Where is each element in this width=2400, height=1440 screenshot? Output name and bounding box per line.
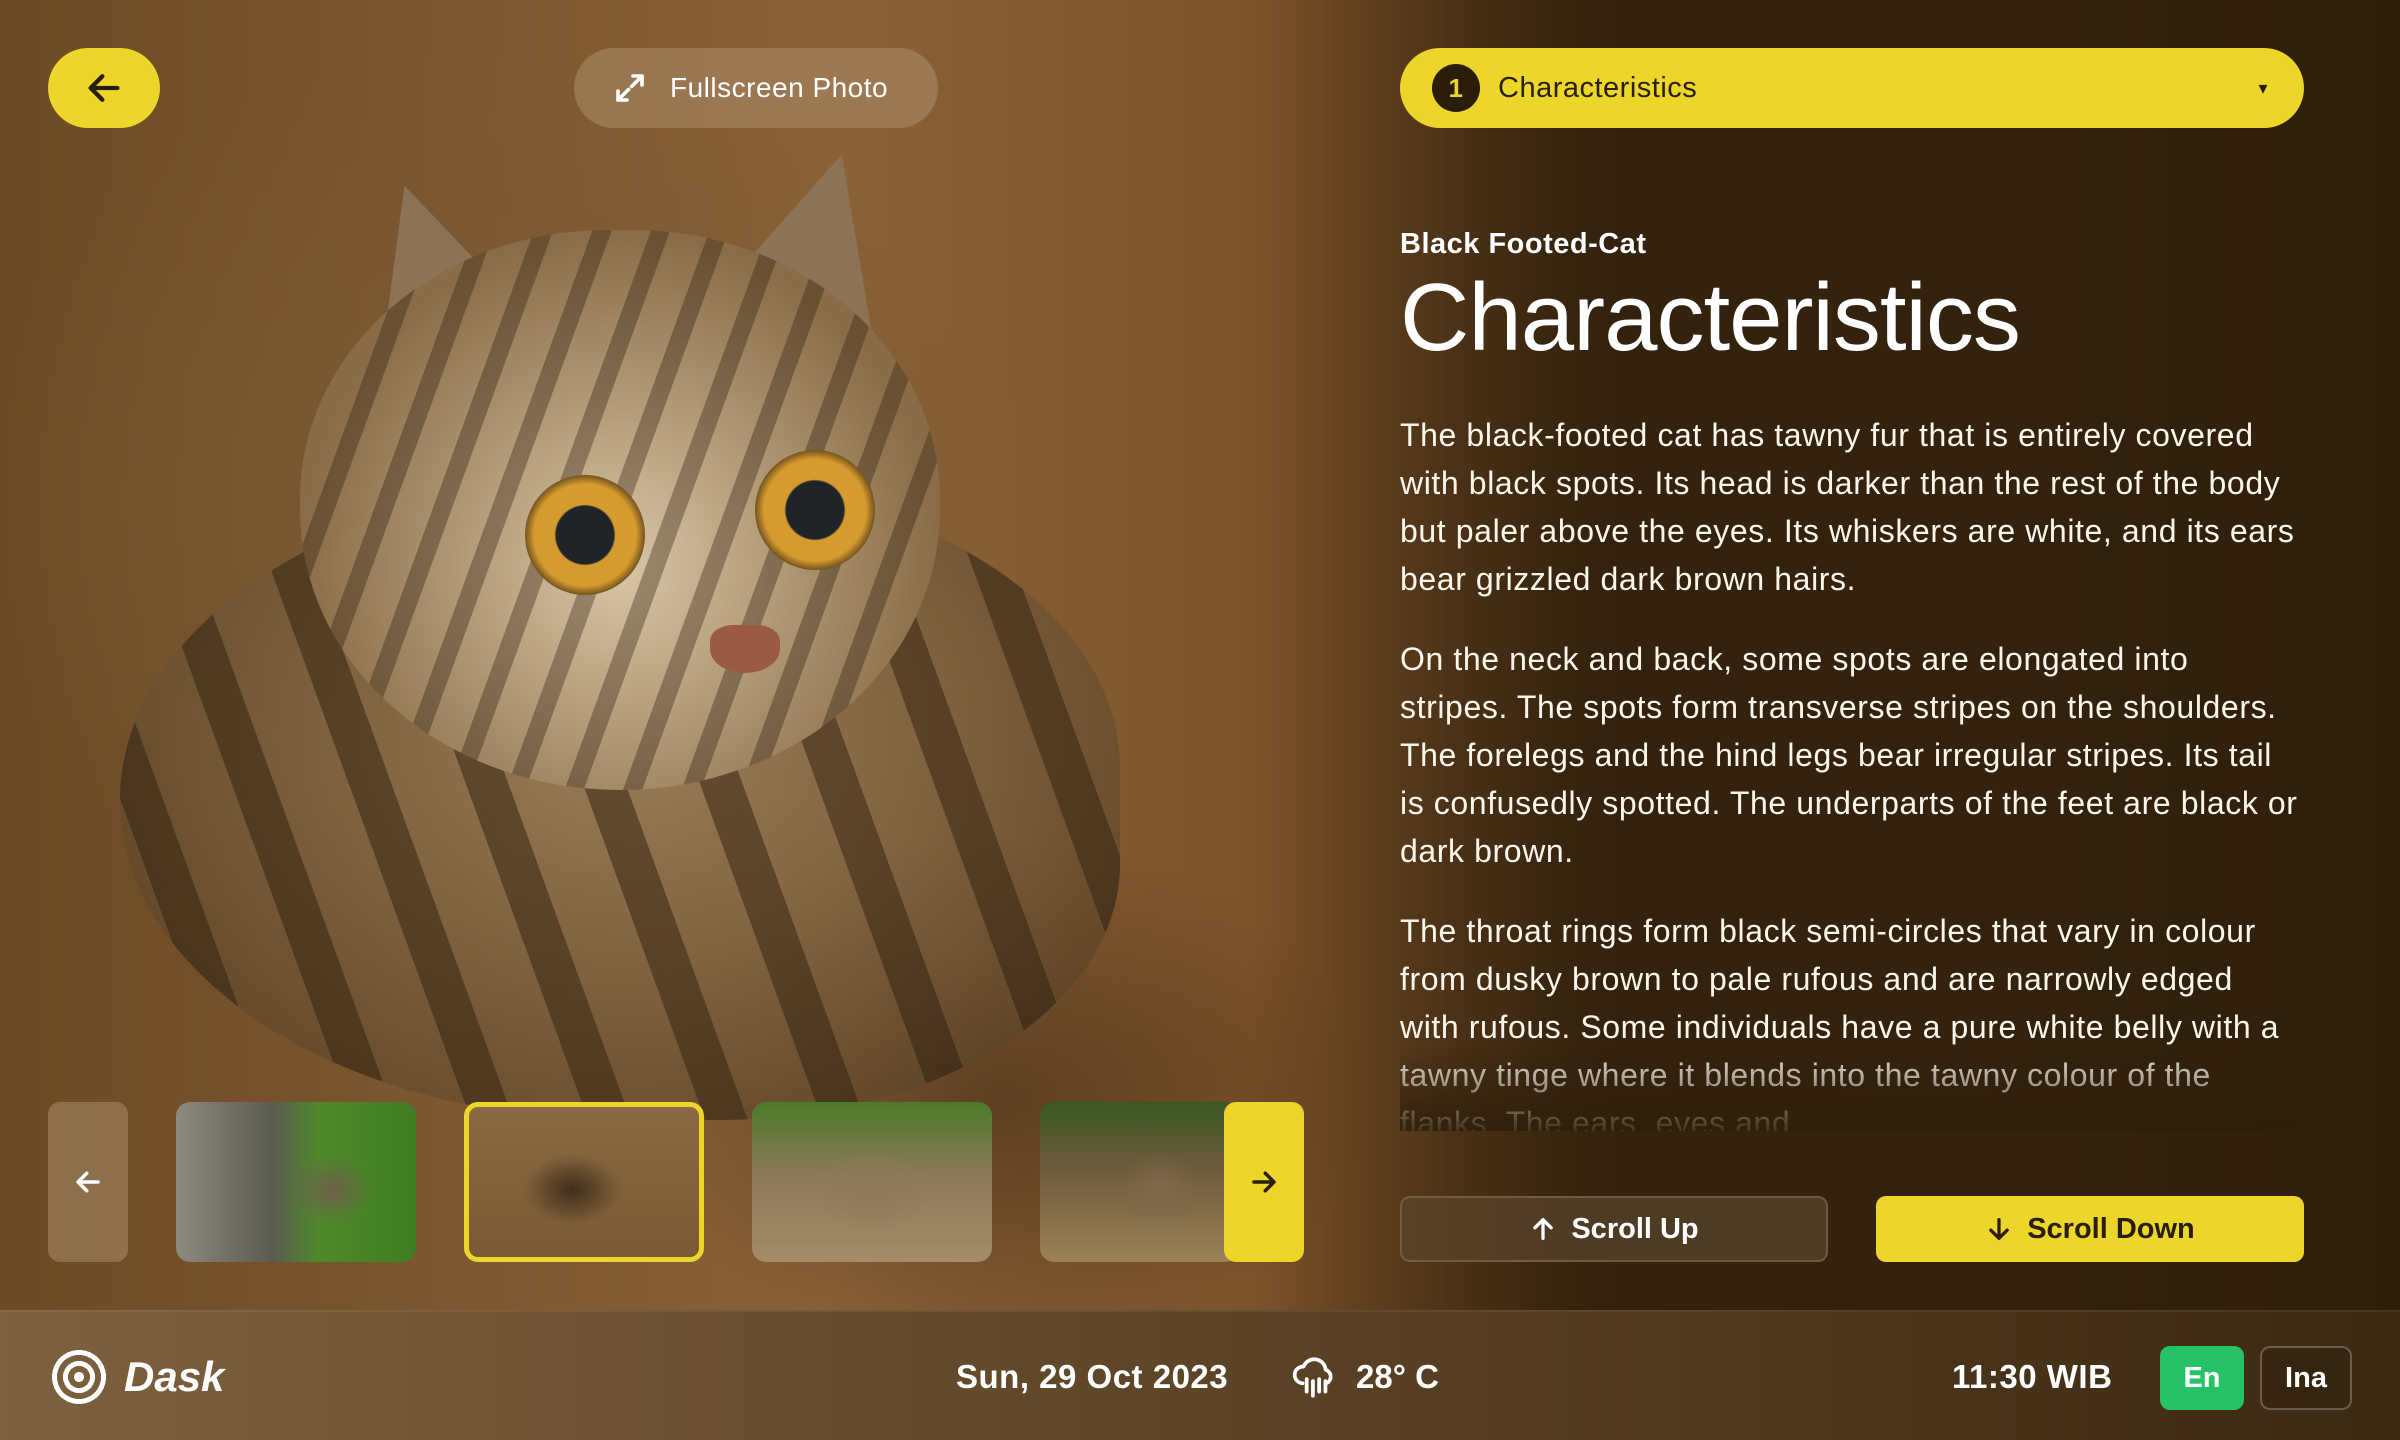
article-panel: Black Footed-Cat Characteristics The bla… <box>1400 228 2300 1131</box>
section-number-badge: 1 <box>1432 64 1480 112</box>
gallery-thumbnail[interactable] <box>1040 1102 1240 1262</box>
rain-cloud-icon <box>1292 1357 1333 1398</box>
chevron-down-icon: ▾ <box>2258 77 2268 98</box>
fullscreen-label: Fullscreen Photo <box>670 72 889 103</box>
brand-name: Dask <box>124 1353 225 1400</box>
current-time: 11:30 WIB <box>1952 1358 2113 1395</box>
cat-nose-shape <box>710 625 780 673</box>
gallery-thumbnail[interactable] <box>752 1102 992 1262</box>
weather: 28° C <box>1290 1352 1439 1402</box>
expand-icon <box>616 74 644 102</box>
gallery-next-button[interactable] <box>1224 1102 1304 1262</box>
arrow-left-icon <box>88 74 120 102</box>
arrow-left-icon <box>76 1171 100 1193</box>
arrow-up-icon <box>1533 1218 1554 1240</box>
section-dropdown[interactable]: 1 Characteristics ▾ <box>1400 48 2304 128</box>
article-paragraph: The black-footed cat has tawny fur that … <box>1400 416 2295 597</box>
current-date: Sun, 29 Oct 2023 <box>956 1358 1229 1395</box>
gallery-prev-button[interactable] <box>48 1102 128 1262</box>
back-button[interactable] <box>48 48 160 128</box>
temperature: 28° C <box>1356 1358 1439 1395</box>
article-paragraph: The throat rings form black semi-circles… <box>1400 912 2280 1131</box>
article-title: Characteristics <box>1400 264 2021 371</box>
fullscreen-photo-button[interactable]: Fullscreen Photo <box>574 48 938 128</box>
dask-logo-icon <box>48 1346 110 1408</box>
cat-eye-right-shape <box>755 450 875 570</box>
language-en-button[interactable]: En <box>2160 1346 2244 1410</box>
language-ina-button[interactable]: Ina <box>2260 1346 2352 1410</box>
gallery-thumbnail[interactable] <box>176 1102 416 1262</box>
gallery-thumbnail-selected[interactable] <box>464 1102 704 1262</box>
section-selected-label: Characteristics <box>1498 71 1698 104</box>
article-subtitle: Black Footed-Cat <box>1400 228 1647 260</box>
brand: Dask <box>48 1346 224 1408</box>
article-paragraph: On the neck and back, some spots are elo… <box>1400 640 2298 869</box>
cat-eye-left-shape <box>525 475 645 595</box>
arrow-right-icon <box>1252 1171 1276 1193</box>
arrow-down-icon <box>1989 1218 2010 1240</box>
scroll-up-button[interactable]: Scroll Up <box>1400 1196 1828 1262</box>
article-text-scroll[interactable]: The black-footed cat has tawny fur that … <box>1400 411 2300 1131</box>
footer-bar: Dask Sun, 29 Oct 2023 28° C 11:30 WIB En… <box>0 1310 2400 1440</box>
scroll-up-label: Scroll Up <box>1571 1212 1699 1245</box>
scroll-down-label: Scroll Down <box>2027 1212 2195 1245</box>
scroll-down-button[interactable]: Scroll Down <box>1876 1196 2304 1262</box>
